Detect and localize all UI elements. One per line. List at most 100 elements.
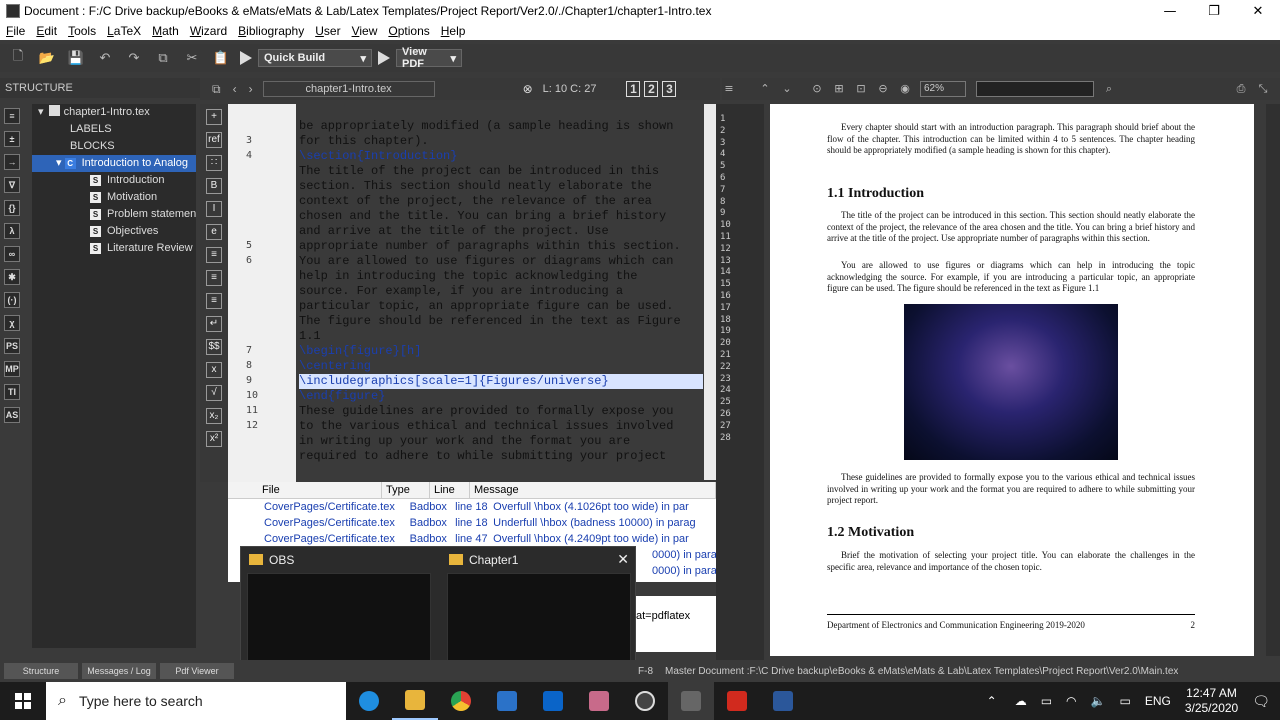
- word-app-icon[interactable]: [760, 682, 806, 720]
- pdf-scrollbar[interactable]: [1266, 104, 1280, 656]
- relation-icon[interactable]: ±: [4, 131, 20, 147]
- close-icon[interactable]: ✕: [617, 551, 629, 568]
- arrow-icon[interactable]: →: [4, 154, 20, 170]
- pdf-search-input[interactable]: [976, 81, 1094, 97]
- search-icon[interactable]: ⌕: [1102, 82, 1116, 96]
- menu-edit[interactable]: Edit: [36, 24, 57, 38]
- tree-labels[interactable]: LABELS: [32, 121, 196, 138]
- symbol-x-icon[interactable]: χ: [4, 315, 20, 331]
- copy-icon[interactable]: ⧉: [153, 48, 173, 68]
- fit-page-icon[interactable]: ⊡: [854, 82, 868, 96]
- fit-icon[interactable]: ⊙: [810, 82, 824, 96]
- superscript-icon[interactable]: x²: [206, 431, 222, 447]
- restore-button[interactable]: ❐: [1192, 4, 1236, 19]
- volume-icon[interactable]: 🔈: [1091, 694, 1106, 708]
- battery-icon[interactable]: ▭: [1041, 694, 1052, 708]
- paste-icon[interactable]: 📋: [211, 48, 231, 68]
- menu-bibliography[interactable]: Bibliography: [238, 24, 304, 38]
- menu-help[interactable]: Help: [441, 24, 466, 38]
- menu-view[interactable]: View: [352, 24, 378, 38]
- store-app-icon[interactable]: [484, 682, 530, 720]
- outlook-app-icon[interactable]: [530, 682, 576, 720]
- asymptote-icon[interactable]: AS: [4, 407, 20, 423]
- chevron-left-icon[interactable]: ‹: [233, 82, 237, 96]
- tab-pdf-viewer[interactable]: Pdf Viewer: [160, 663, 234, 679]
- col-line[interactable]: Line: [430, 482, 470, 498]
- chevron-right-icon[interactable]: ›: [249, 82, 253, 96]
- sqrt-icon[interactable]: √: [206, 385, 222, 401]
- pdf-page[interactable]: Every chapter should start with an intro…: [770, 104, 1254, 656]
- delimiter-icon[interactable]: ∇: [4, 177, 20, 193]
- tree-section[interactable]: S Motivation: [32, 189, 196, 206]
- undo-icon[interactable]: ↶: [95, 48, 115, 68]
- menu-tools[interactable]: Tools: [68, 24, 96, 38]
- tree-section[interactable]: S Introduction: [32, 172, 196, 189]
- zoom-out-icon[interactable]: ⊖: [876, 82, 890, 96]
- texmaker-taskbar-icon[interactable]: [668, 682, 714, 720]
- misc-icon[interactable]: ∞: [4, 246, 20, 262]
- list-icon[interactable]: ≡: [4, 108, 20, 124]
- pstricks-icon[interactable]: PS: [4, 338, 20, 354]
- run-quick-build-icon[interactable]: [240, 51, 252, 65]
- print-icon[interactable]: ⎙: [1234, 82, 1248, 96]
- menu-file[interactable]: File: [6, 24, 25, 38]
- list-icon[interactable]: ≡: [722, 82, 736, 96]
- zoom-select[interactable]: 62%: [920, 81, 966, 97]
- fraction-icon[interactable]: x: [206, 362, 222, 378]
- split-2-button[interactable]: 2: [644, 81, 659, 97]
- align-center-icon[interactable]: ≡: [206, 270, 222, 286]
- redo-icon[interactable]: ↷: [124, 48, 144, 68]
- cloud-icon[interactable]: ☁: [1015, 694, 1027, 708]
- ref-icon[interactable]: ref: [206, 132, 222, 148]
- edge-app-icon[interactable]: [346, 682, 392, 720]
- tikz-icon[interactable]: TI: [4, 384, 20, 400]
- log-row[interactable]: CoverPages/Certificate.tex Badbox line 18 O…: [228, 499, 716, 515]
- windows-start-icon[interactable]: [0, 682, 46, 720]
- close-tab-icon[interactable]: ⊗: [523, 82, 533, 96]
- math-inline-icon[interactable]: $$: [206, 339, 222, 355]
- tree-chapter[interactable]: ▾ C Introduction to Analog: [32, 155, 196, 172]
- brace-icon[interactable]: {}: [4, 200, 20, 216]
- log-row[interactable]: CoverPages/Certificate.tex Badbox line 18 U…: [228, 515, 716, 531]
- col-message[interactable]: Message: [470, 482, 716, 498]
- emph-icon[interactable]: e: [206, 224, 222, 240]
- clock[interactable]: 12:47 AM 3/25/2020: [1185, 686, 1238, 716]
- acrobat-app-icon[interactable]: [714, 682, 760, 720]
- wifi-icon[interactable]: ◠: [1066, 694, 1076, 708]
- display-icon[interactable]: ▭: [1119, 694, 1130, 708]
- open-folder-icon[interactable]: 📂: [37, 48, 57, 68]
- menu-options[interactable]: Options: [388, 24, 429, 38]
- align-left-icon[interactable]: ≡: [206, 247, 222, 263]
- obs-app-icon[interactable]: [622, 682, 668, 720]
- cite-icon[interactable]: ∷: [206, 155, 222, 171]
- editor-file-tab[interactable]: chapter1-Intro.tex: [262, 81, 435, 97]
- tree-section[interactable]: S Problem statement: [32, 206, 196, 223]
- menu-user[interactable]: User: [315, 24, 340, 38]
- tab-messages-log[interactable]: Messages / Log: [82, 663, 156, 679]
- run-view-pdf-icon[interactable]: [378, 51, 390, 65]
- cut-icon[interactable]: ✂: [182, 48, 202, 68]
- split-3-button[interactable]: 3: [662, 81, 677, 97]
- align-right-icon[interactable]: ≡: [206, 293, 222, 309]
- tab-structure[interactable]: Structure: [4, 663, 78, 679]
- code-editor[interactable]: be appropriately modified (a sample head…: [299, 104, 703, 480]
- save-icon[interactable]: 💾: [66, 48, 86, 68]
- plus-icon[interactable]: +: [206, 109, 222, 125]
- menu-math[interactable]: Math: [152, 24, 179, 38]
- fit-width-icon[interactable]: ⊞: [832, 82, 846, 96]
- notification-icon[interactable]: 🗨: [1252, 693, 1270, 710]
- tree-blocks[interactable]: BLOCKS: [32, 138, 196, 155]
- quick-build-select[interactable]: Quick Build ▾: [258, 49, 372, 67]
- file-explorer-icon[interactable]: [392, 682, 438, 720]
- chevron-up-icon[interactable]: ⌃: [758, 82, 772, 96]
- view-pdf-select[interactable]: View PDF ▾: [396, 46, 462, 70]
- bold-icon[interactable]: B: [206, 178, 222, 194]
- structure-toggle-icon[interactable]: ⧉: [212, 82, 221, 97]
- minimize-button[interactable]: —: [1148, 4, 1192, 19]
- col-file[interactable]: File: [228, 482, 382, 498]
- taskbar-search-box[interactable]: ⌕ Type here to search: [46, 682, 346, 720]
- operator-icon[interactable]: ✱: [4, 269, 20, 285]
- language-indicator[interactable]: ENG: [1145, 694, 1171, 708]
- new-file-icon[interactable]: 🗋: [8, 48, 28, 68]
- close-button[interactable]: ✕: [1236, 4, 1280, 19]
